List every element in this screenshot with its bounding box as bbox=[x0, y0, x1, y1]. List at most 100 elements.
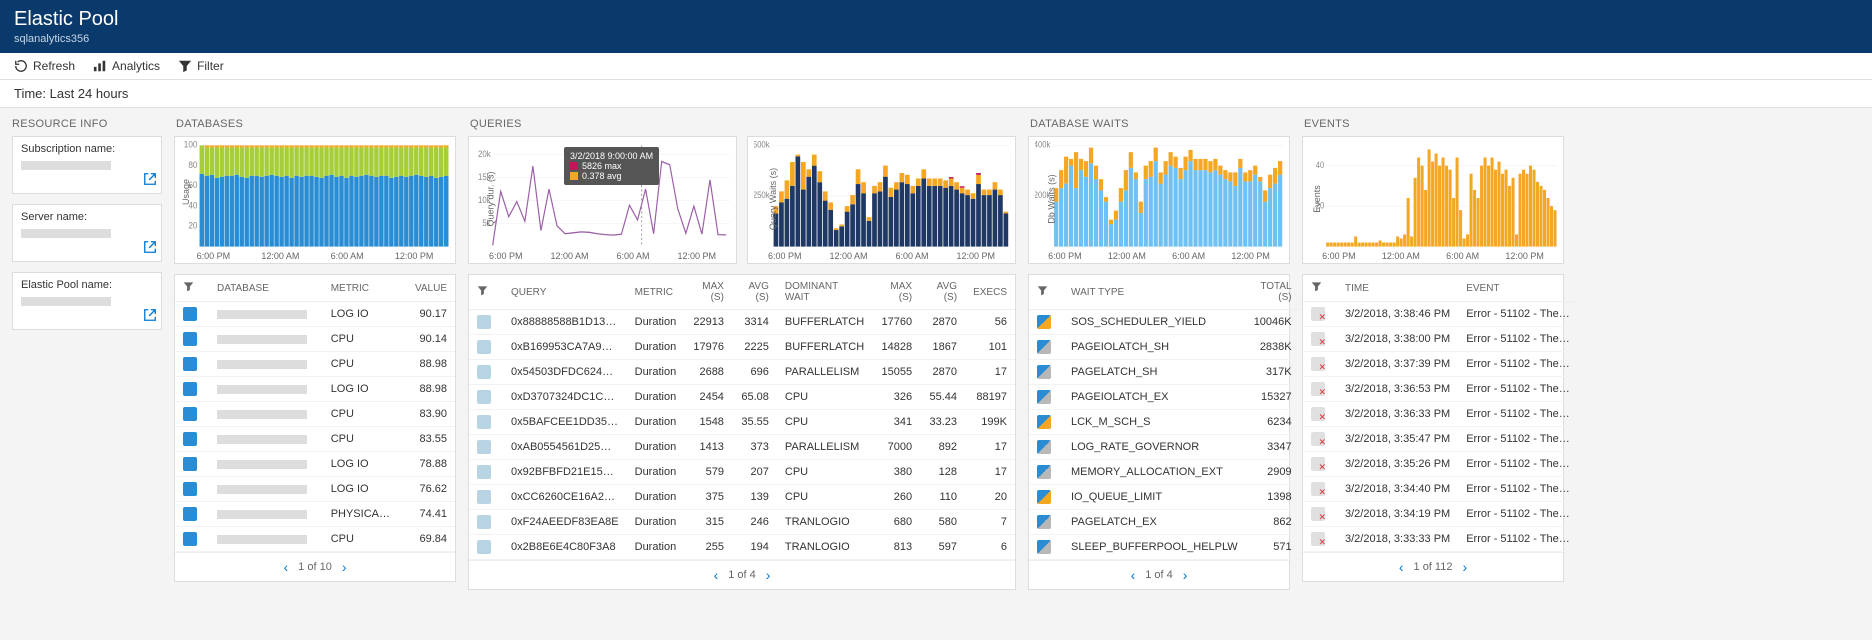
page-subtitle: sqlanalytics356 bbox=[14, 33, 1858, 45]
server-card: Server name: bbox=[12, 204, 162, 262]
query-icon bbox=[477, 515, 491, 529]
wait-type-icon bbox=[1037, 540, 1051, 554]
filter-button[interactable]: Filter bbox=[178, 59, 224, 73]
table-row[interactable]: PAGEIOLATCH_SH2838K bbox=[1029, 335, 1300, 360]
prev-page-icon[interactable]: ‹ bbox=[714, 567, 719, 583]
filter-icon[interactable] bbox=[1311, 281, 1322, 292]
filter-icon bbox=[178, 59, 192, 73]
table-row[interactable]: CPU69.84 bbox=[175, 527, 455, 552]
table-row[interactable]: 3/2/2018, 3:34:19 PMError - 51102 - Ther… bbox=[1303, 502, 1578, 527]
refresh-button[interactable]: Refresh bbox=[14, 59, 75, 73]
database-icon bbox=[183, 407, 197, 421]
table-row[interactable]: 0xB169953CA7A9…Duration179762225BUFFERLA… bbox=[469, 335, 1015, 360]
query-icon bbox=[477, 365, 491, 379]
next-page-icon[interactable]: › bbox=[342, 559, 347, 575]
table-row[interactable]: LOG IO88.98 bbox=[175, 377, 455, 402]
waits-pager: ‹ 1 of 4 › bbox=[1029, 560, 1289, 589]
table-row[interactable]: PAGEIOLATCH_EX15327 bbox=[1029, 385, 1300, 410]
table-row[interactable]: 3/2/2018, 3:37:39 PMError - 51102 - Ther… bbox=[1303, 352, 1578, 377]
pool-value bbox=[21, 297, 111, 306]
prev-page-icon[interactable]: ‹ bbox=[284, 559, 289, 575]
analytics-button[interactable]: Analytics bbox=[93, 59, 160, 73]
database-icon bbox=[183, 432, 197, 446]
table-row[interactable]: 3/2/2018, 3:35:47 PMError - 51102 - Ther… bbox=[1303, 427, 1578, 452]
table-row[interactable]: 0xAB0554561D25…Duration1413373PARALLELIS… bbox=[469, 435, 1015, 460]
svg-text:400k: 400k bbox=[1035, 141, 1051, 150]
table-row[interactable]: LOG_RATE_GOVERNOR3347 bbox=[1029, 435, 1300, 460]
wait-type-icon bbox=[1037, 340, 1051, 354]
database-name bbox=[217, 385, 307, 394]
svg-text:20: 20 bbox=[188, 220, 197, 230]
table-row[interactable]: CPU83.55 bbox=[175, 427, 455, 452]
events-table: TIME EVENT 3/2/2018, 3:38:46 PMError - 5… bbox=[1302, 274, 1564, 582]
db-waits-chart[interactable]: 200k400k 6:00 PM12:00 AM6:00 AM12:00 PM … bbox=[1028, 136, 1290, 264]
event-error-icon bbox=[1311, 457, 1325, 471]
table-row[interactable]: 0xF24AEEDF83EA8EDuration315246TRANLOGIO6… bbox=[469, 510, 1015, 535]
query-waits-chart[interactable]: 250k500k 6:00 PM12:00 AM6:00 AM12:00 PM … bbox=[747, 136, 1016, 264]
database-name bbox=[217, 485, 307, 494]
query-duration-chart[interactable]: 5k10k15k20k 6:00 PM12:00 AM6:00 AM12:00 … bbox=[468, 136, 737, 264]
query-icon bbox=[477, 390, 491, 404]
next-page-icon[interactable]: › bbox=[766, 567, 771, 583]
table-row[interactable]: LOG IO76.62 bbox=[175, 477, 455, 502]
table-row[interactable]: SOS_SCHEDULER_YIELD10046K bbox=[1029, 310, 1300, 335]
table-row[interactable]: 0x92BFBFD21E15…Duration579207CPU38012817 bbox=[469, 460, 1015, 485]
prev-page-icon[interactable]: ‹ bbox=[1399, 559, 1404, 575]
table-row[interactable]: 0xCC6260CE16A2…Duration375139CPU26011020 bbox=[469, 485, 1015, 510]
table-row[interactable]: 0x88888588B1D13…Duration229133314BUFFERL… bbox=[469, 310, 1015, 335]
table-row[interactable]: 3/2/2018, 3:36:33 PMError - 51102 - Ther… bbox=[1303, 402, 1578, 427]
next-page-icon[interactable]: › bbox=[1183, 567, 1188, 583]
table-row[interactable]: 3/2/2018, 3:36:53 PMError - 51102 - Ther… bbox=[1303, 377, 1578, 402]
wait-type-icon bbox=[1037, 490, 1051, 504]
table-row[interactable]: CPU90.14 bbox=[175, 327, 455, 352]
next-page-icon[interactable]: › bbox=[1462, 559, 1467, 575]
open-server-icon[interactable] bbox=[143, 240, 157, 257]
prev-page-icon[interactable]: ‹ bbox=[1131, 567, 1136, 583]
databases-chart[interactable]: 20406080100 6:00 PM12:00 AM6:00 AM12:00 … bbox=[174, 136, 456, 264]
table-row[interactable]: CPU88.98 bbox=[175, 352, 455, 377]
table-row[interactable]: PAGELATCH_SH317K bbox=[1029, 360, 1300, 385]
table-row[interactable]: 3/2/2018, 3:35:26 PMError - 51102 - Ther… bbox=[1303, 452, 1578, 477]
table-row[interactable]: LOG IO78.88 bbox=[175, 452, 455, 477]
queries-pager: ‹ 1 of 4 › bbox=[469, 560, 1015, 589]
database-icon bbox=[183, 457, 197, 471]
table-row[interactable]: PHYSICA…74.41 bbox=[175, 502, 455, 527]
table-row[interactable]: IO_QUEUE_LIMIT1398 bbox=[1029, 485, 1300, 510]
table-row[interactable]: MEMORY_ALLOCATION_EXT2909 bbox=[1029, 460, 1300, 485]
table-row[interactable]: 3/2/2018, 3:38:00 PMError - 51102 - Ther… bbox=[1303, 327, 1578, 352]
event-error-icon bbox=[1311, 407, 1325, 421]
filter-icon[interactable] bbox=[1037, 285, 1048, 296]
page-title: Elastic Pool bbox=[14, 8, 1858, 31]
event-error-icon bbox=[1311, 507, 1325, 521]
queries-table: QUERY METRIC MAX (S) AVG (S) DOMINANT WA… bbox=[468, 274, 1016, 590]
table-row[interactable]: 0x54503DFDC624…Duration2688696PARALLELIS… bbox=[469, 360, 1015, 385]
database-icon bbox=[183, 532, 197, 546]
table-row[interactable]: SLEEP_BUFFERPOOL_HELPLW571 bbox=[1029, 535, 1300, 560]
filter-icon[interactable] bbox=[183, 281, 194, 292]
table-row[interactable]: 0x5BAFCEE1DD35…Duration154835.55CPU34133… bbox=[469, 410, 1015, 435]
table-row[interactable]: PAGELATCH_EX862 bbox=[1029, 510, 1300, 535]
svg-text:80: 80 bbox=[188, 160, 197, 170]
svg-text:20k: 20k bbox=[478, 148, 491, 159]
databases-pager: ‹ 1 of 10 › bbox=[175, 552, 455, 581]
table-row[interactable]: 0x2B8E6E4C80F3A8Duration255194TRANLOGIO8… bbox=[469, 535, 1015, 560]
table-row[interactable]: LOG IO90.17 bbox=[175, 302, 455, 327]
subscription-card: Subscription name: bbox=[12, 136, 162, 194]
database-name bbox=[217, 310, 307, 319]
table-row[interactable]: 3/2/2018, 3:38:46 PMError - 51102 - Ther… bbox=[1303, 302, 1578, 327]
event-error-icon bbox=[1311, 482, 1325, 496]
time-range[interactable]: Time: Last 24 hours bbox=[0, 80, 1872, 108]
event-error-icon bbox=[1311, 432, 1325, 446]
database-name bbox=[217, 335, 307, 344]
table-row[interactable]: 3/2/2018, 3:34:40 PMError - 51102 - Ther… bbox=[1303, 477, 1578, 502]
events-chart[interactable]: 2040 6:00 PM12:00 AM6:00 AM12:00 PM Even… bbox=[1302, 136, 1564, 264]
table-row[interactable]: 0xD3707324DC1C…Duration245465.08CPU32655… bbox=[469, 385, 1015, 410]
table-row[interactable]: 3/2/2018, 3:33:33 PMError - 51102 - Ther… bbox=[1303, 527, 1578, 552]
databases-title: DATABASES bbox=[176, 118, 456, 130]
open-pool-icon[interactable] bbox=[143, 308, 157, 325]
table-row[interactable]: LCK_M_SCH_S6234 bbox=[1029, 410, 1300, 435]
query-icon bbox=[477, 315, 491, 329]
table-row[interactable]: CPU83.90 bbox=[175, 402, 455, 427]
filter-icon[interactable] bbox=[477, 285, 488, 296]
open-subscription-icon[interactable] bbox=[143, 172, 157, 189]
